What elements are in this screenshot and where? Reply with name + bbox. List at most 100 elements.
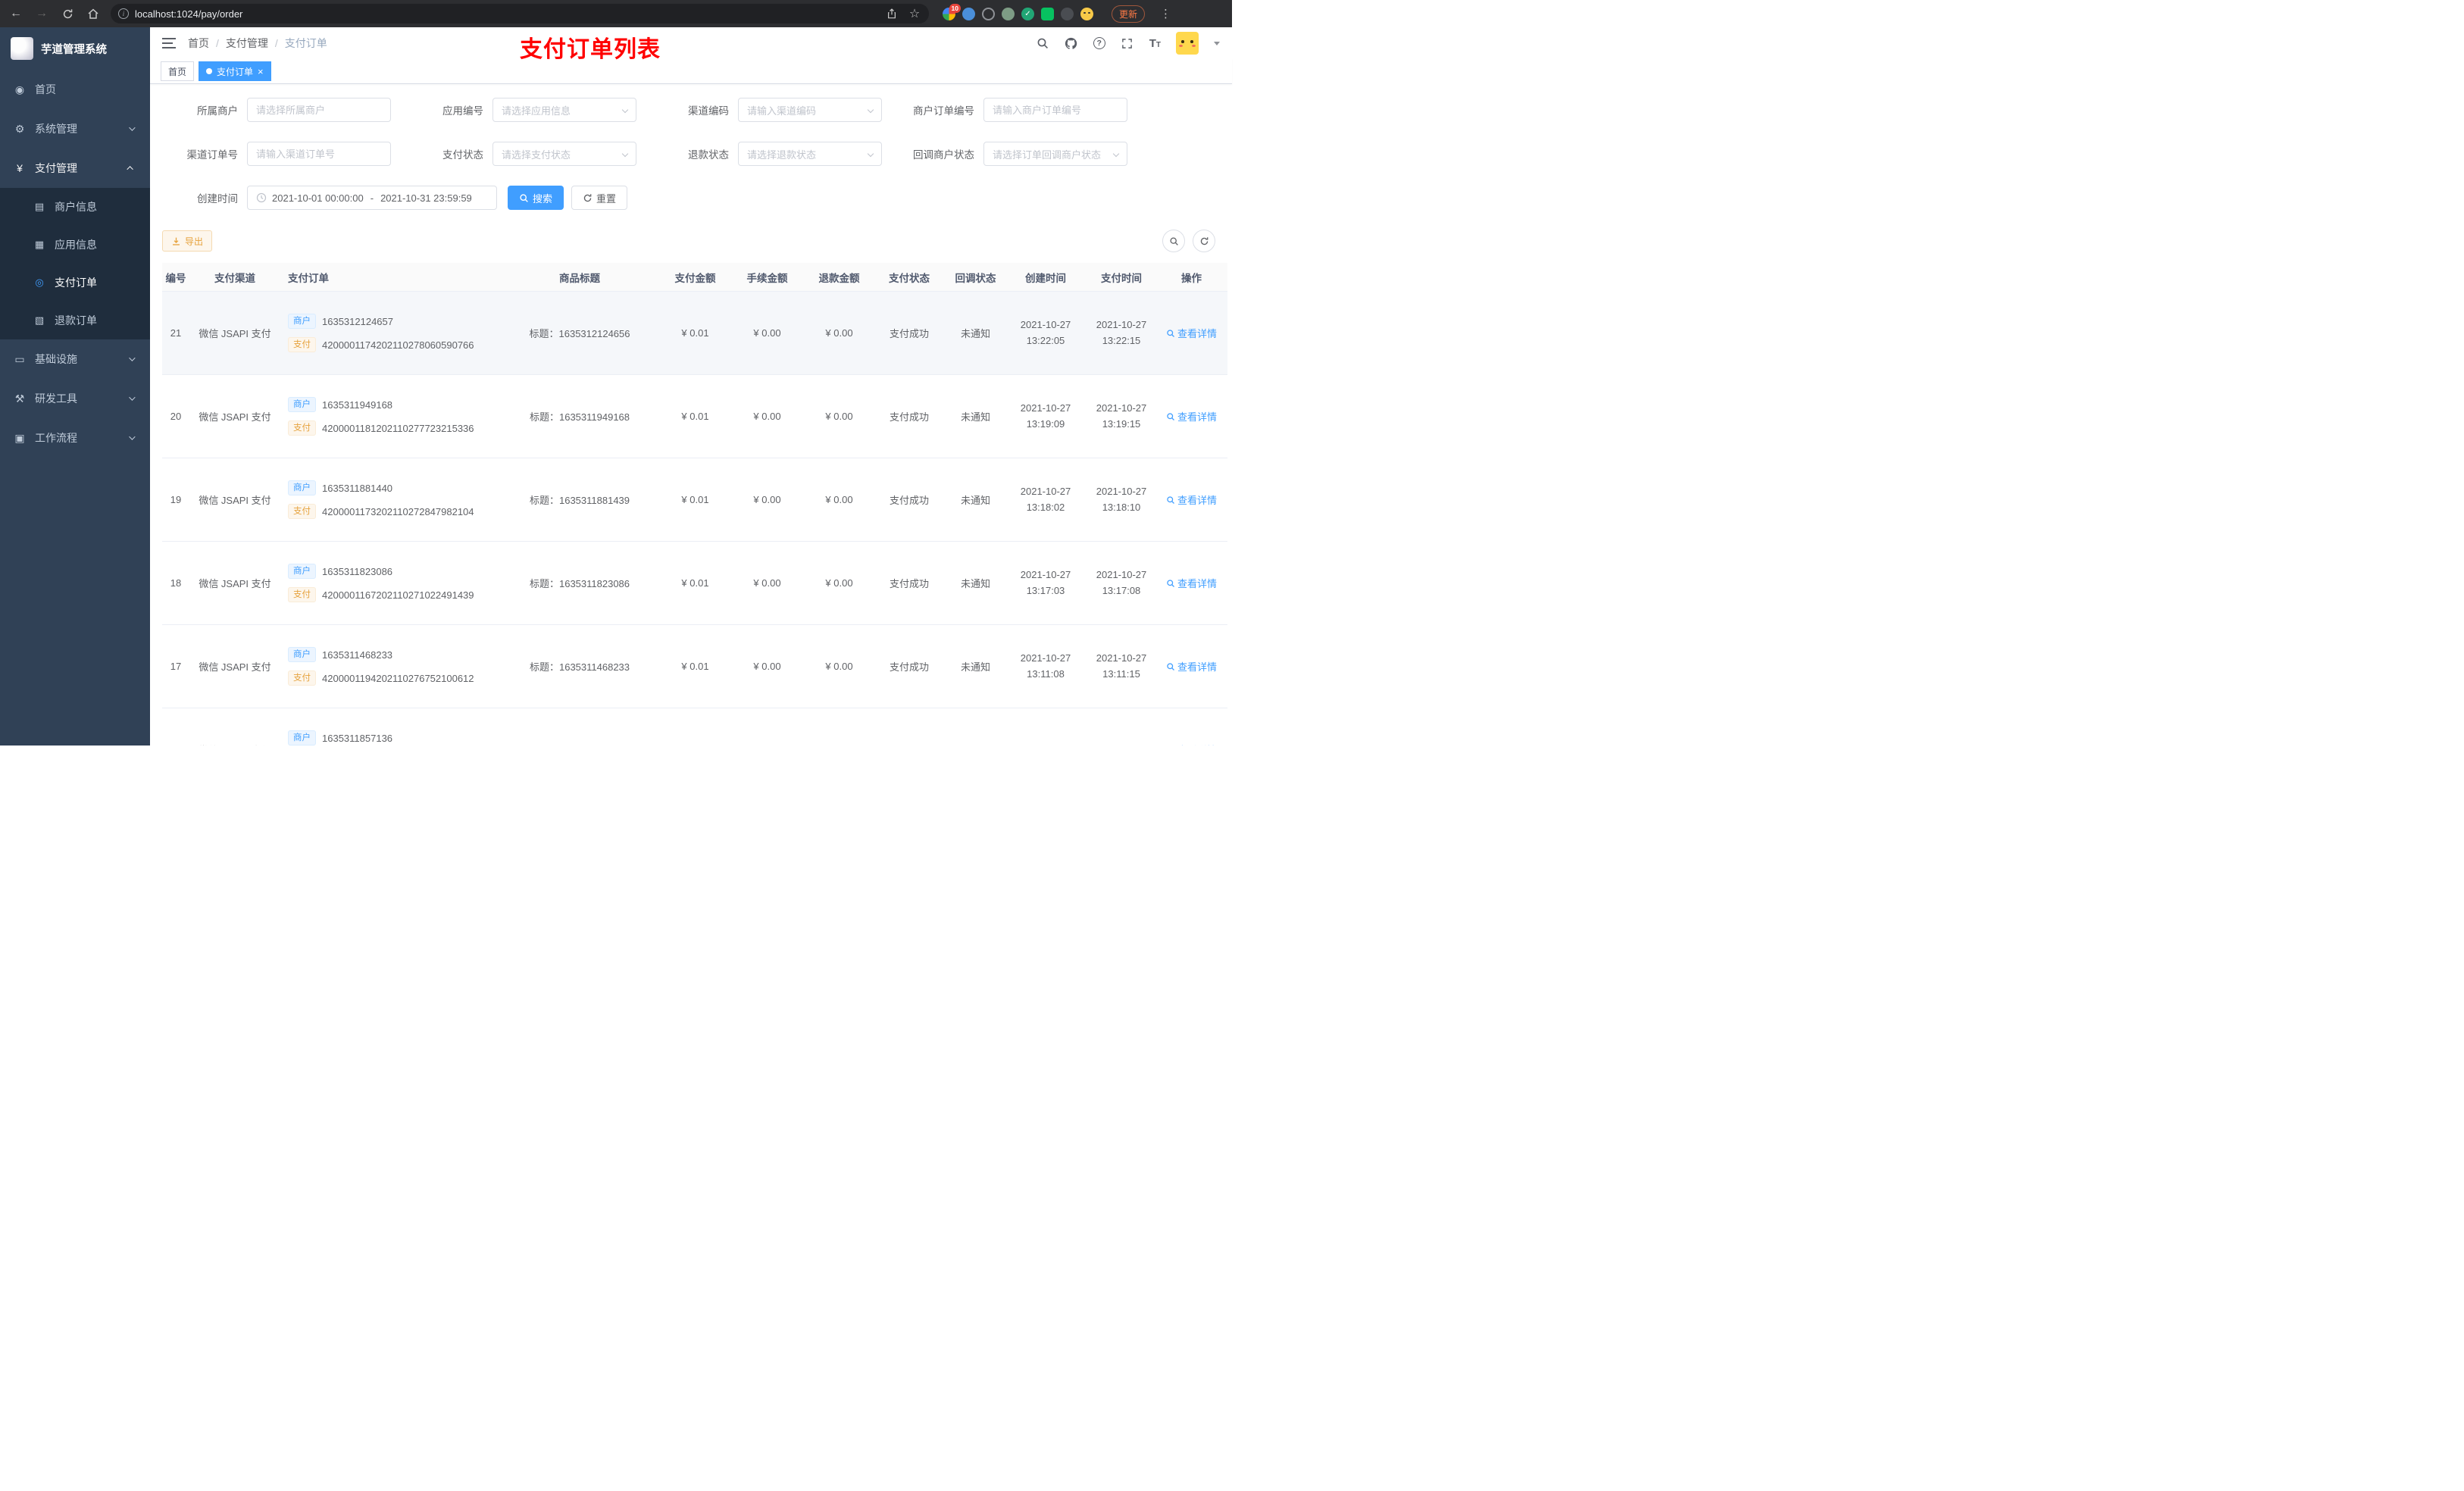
cell-channel: 微信 JSAPI 支付: [199, 328, 271, 339]
cell-pay-time: 2021-10-27 13:19:15: [1096, 402, 1147, 430]
cell-action: 查看详情: [1159, 409, 1224, 424]
cell-status: 支付成功: [889, 411, 929, 423]
col-create-time: 创建时间: [1025, 272, 1066, 284]
github-icon[interactable]: [1065, 36, 1078, 50]
extension-icon[interactable]: [1002, 7, 1015, 20]
cell-action: 查看详情: [1159, 659, 1224, 674]
refresh-table-button[interactable]: [1193, 230, 1215, 252]
extension-icon[interactable]: [1080, 7, 1093, 20]
reset-button[interactable]: 重置: [571, 186, 628, 210]
merchant-order-no-input[interactable]: [983, 98, 1127, 122]
font-size-icon[interactable]: TT: [1149, 37, 1161, 50]
extension-icon[interactable]: [982, 7, 995, 20]
page-header: 首页 / 支付管理 / 支付订单 支付订单列表 ? TT: [150, 27, 1232, 62]
sidebar-item-system[interactable]: ⚙ 系统管理: [0, 109, 150, 148]
refund-status-select[interactable]: 请选择退款状态: [738, 142, 882, 166]
sidebar-item-app-info[interactable]: ▦ 应用信息: [0, 226, 150, 264]
browser-back-icon[interactable]: ←: [9, 7, 23, 20]
sidebar-item-pay-order[interactable]: ◎ 支付订单: [0, 264, 150, 302]
date-end[interactable]: 2021-10-31 23:59:59: [380, 192, 472, 204]
chevron-down-icon: [129, 124, 136, 131]
cell-action: 查看详情: [1159, 742, 1224, 746]
app-id-select[interactable]: 请选择应用信息: [492, 98, 636, 122]
extension-icon[interactable]: ✓: [1021, 7, 1034, 20]
tab-close-icon[interactable]: ×: [258, 67, 264, 77]
cell-title: 标题：1635311468233: [529, 661, 630, 673]
sidebar-menu: ◉ 首页 ⚙ 系统管理 ¥ 支付管理 ▤ 商户信息 ▦ 应用信息 ◎ 支付订单 …: [0, 70, 150, 458]
chevron-down-icon: [621, 106, 629, 114]
address-bar[interactable]: i localhost:1024/pay/order ☆: [111, 4, 929, 23]
cell-notify: 未通知: [960, 495, 990, 506]
browser-home-icon[interactable]: [86, 7, 100, 20]
sidebar-item-workflow[interactable]: ▣ 工作流程: [0, 418, 150, 458]
view-detail-link[interactable]: 查看详情: [1166, 326, 1217, 340]
col-order: 支付订单: [288, 272, 329, 284]
chevron-down-icon: [1112, 150, 1120, 158]
date-start[interactable]: 2021-10-01 00:00:00: [272, 192, 364, 204]
tab-pay-order[interactable]: 支付订单 ×: [199, 61, 271, 81]
export-button[interactable]: 导出: [162, 230, 213, 252]
hamburger-icon[interactable]: [162, 38, 176, 48]
sidebar-item-dev-tools[interactable]: ⚒ 研发工具: [0, 379, 150, 418]
cell-refund: ¥ 0.00: [825, 327, 853, 339]
col-id: 编号: [165, 272, 186, 284]
pay-tag: 支付: [288, 504, 316, 519]
cell-refund: ¥ 0.00: [825, 661, 853, 672]
browser-forward-icon[interactable]: →: [35, 7, 48, 20]
breadcrumb-home[interactable]: 首页: [188, 36, 209, 51]
share-icon[interactable]: [885, 7, 899, 20]
cell-order: 商户 1635311881440 支付 42000011732021102728…: [280, 480, 500, 519]
search-icon[interactable]: [1036, 36, 1049, 50]
cell-id: 19: [170, 494, 182, 505]
view-detail-link[interactable]: 查看详情: [1166, 742, 1217, 746]
col-pay-time: 支付时间: [1101, 272, 1142, 284]
channel-code-select[interactable]: 请输入渠道编码: [738, 98, 882, 122]
pay-submenu: ▤ 商户信息 ▦ 应用信息 ◎ 支付订单 ▧ 退款订单: [0, 188, 150, 339]
bookmark-star-icon[interactable]: ☆: [908, 7, 921, 20]
sidebar-item-infrastructure[interactable]: ▭ 基础设施: [0, 339, 150, 379]
sidebar-item-refund-order[interactable]: ▧ 退款订单: [0, 302, 150, 339]
browser-update-button[interactable]: 更新: [1112, 5, 1146, 23]
extension-icon[interactable]: [1041, 7, 1054, 20]
user-avatar[interactable]: [1176, 32, 1199, 55]
help-icon[interactable]: ?: [1093, 37, 1105, 49]
merchant-filter-input[interactable]: [247, 98, 391, 122]
cell-pay-time: 2021-10-27 13:22:15: [1096, 318, 1147, 346]
site-info-icon[interactable]: i: [118, 8, 129, 19]
sidebar-item-pay[interactable]: ¥ 支付管理: [0, 148, 150, 188]
clock-icon: [256, 192, 267, 203]
view-detail-link[interactable]: 查看详情: [1166, 409, 1217, 424]
yen-icon: ¥: [17, 162, 23, 174]
view-detail-link[interactable]: 查看详情: [1166, 659, 1217, 674]
view-detail-link[interactable]: 查看详情: [1166, 492, 1217, 507]
channel-order-no: 4200001173202110272847982104: [322, 505, 474, 517]
create-time-range-picker[interactable]: 2021-10-01 00:00:00 - 2021-10-31 23:59:5…: [247, 186, 497, 210]
pay-status-select[interactable]: 请选择支付状态: [492, 142, 636, 166]
fullscreen-icon[interactable]: [1121, 36, 1134, 50]
filter-label: 创建时间: [197, 193, 238, 205]
cell-fee: ¥ 0.00: [753, 327, 781, 339]
extension-icon[interactable]: [962, 7, 975, 20]
view-detail-link[interactable]: 查看详情: [1166, 576, 1217, 590]
channel-order-no-input[interactable]: [247, 142, 391, 166]
search-button[interactable]: 搜索: [508, 186, 564, 210]
cell-fee: ¥ 0.00: [753, 411, 781, 422]
breadcrumb-pay[interactable]: 支付管理: [226, 36, 268, 51]
channel-order-no: 4200001181202110277723215336: [322, 422, 474, 434]
extension-icon[interactable]: [1061, 7, 1074, 20]
sidebar-item-merchant-info[interactable]: ▤ 商户信息: [0, 188, 150, 226]
notify-status-select[interactable]: 请选择订单回调商户状态: [983, 142, 1127, 166]
cell-title: 标题：1635311881439: [529, 495, 630, 506]
url-text[interactable]: localhost:1024/pay/order: [135, 8, 879, 20]
browser-menu-icon[interactable]: ⋮: [1160, 7, 1171, 20]
browser-reload-icon[interactable]: [61, 7, 74, 20]
cell-action: 查看详情: [1159, 326, 1224, 340]
toggle-search-button[interactable]: [1162, 230, 1185, 252]
sidebar-item-home[interactable]: ◉ 首页: [0, 70, 150, 109]
tab-home[interactable]: 首页: [161, 61, 195, 81]
target-icon: ◎: [35, 277, 44, 288]
extension-icon[interactable]: 10: [943, 3, 961, 20]
user-dropdown-caret-icon[interactable]: [1214, 41, 1220, 45]
table-row: 18 微信 JSAPI 支付 商户 1635311823086 支付 42000…: [162, 542, 1227, 625]
col-fee: 手续金额: [746, 272, 788, 284]
